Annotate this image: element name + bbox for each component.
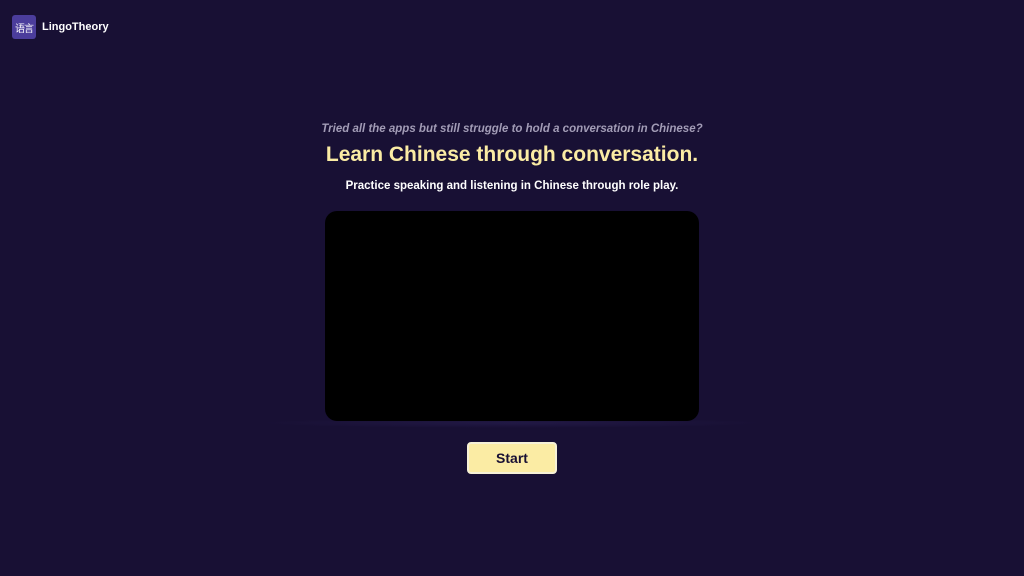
logo-icon: 语言 xyxy=(12,15,36,39)
video-player[interactable] xyxy=(325,211,699,421)
hero-subheadline: Practice speaking and listening in Chine… xyxy=(345,180,679,192)
landing-page: 语言 LingoTheory Tried all the apps but st… xyxy=(0,0,1024,576)
hero-headline: Learn Chinese through conversation. xyxy=(325,143,699,166)
start-button[interactable]: Start xyxy=(467,442,557,474)
brand-name: LingoTheory xyxy=(42,21,109,33)
hero-tagline: Tried all the apps but still struggle to… xyxy=(321,123,703,135)
brand-link[interactable]: 语言 LingoTheory xyxy=(12,15,109,39)
logo-glyph: 语言 xyxy=(15,23,34,35)
